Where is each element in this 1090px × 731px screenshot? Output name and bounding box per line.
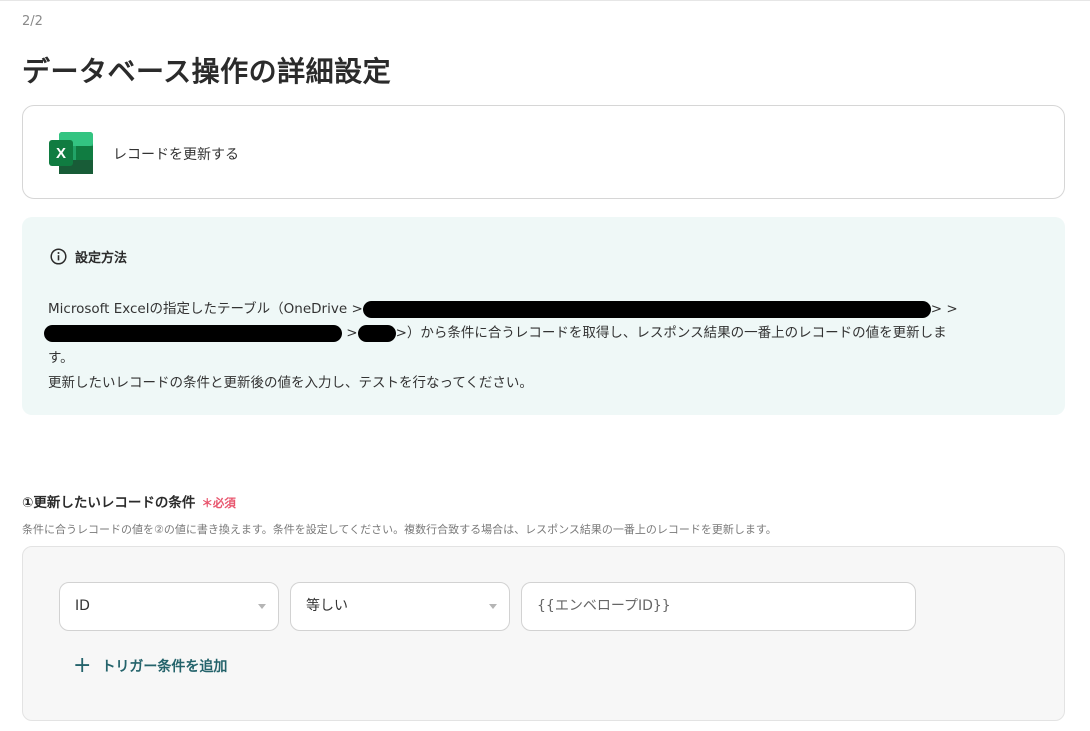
condition-description: 条件に合うレコードの値を②の値に書き換えます。条件を設定してください。複数行合致…	[22, 523, 777, 536]
info-header: 設定方法	[50, 247, 127, 266]
condition-panel: ID 等しい {{エンベロープID}} + トリガー条件を追加	[22, 546, 1065, 721]
redacted-block	[362, 300, 931, 318]
info-text: >	[346, 325, 358, 341]
value-input[interactable]: {{エンベロープID}}	[521, 582, 916, 631]
info-text: >）から条件に合うレコードを取得し、レスポンス結果の一番上のレコードの値を更新し…	[395, 325, 947, 341]
condition-title: ①更新したいレコードの条件	[22, 495, 196, 511]
operator-select[interactable]: 等しい	[290, 582, 510, 631]
info-text: Microsoft Excelの指定したテーブル（OneDrive >	[48, 301, 363, 317]
info-box: 設定方法 Microsoft Excelの指定したテーブル（OneDrive >…	[22, 217, 1065, 415]
action-card[interactable]: X レコードを更新する	[22, 105, 1065, 199]
redacted-block	[357, 324, 396, 342]
value-input-text: {{エンベロープID}}	[537, 598, 671, 614]
top-divider	[0, 0, 1090, 1]
info-text: > >	[930, 301, 958, 317]
redacted-block	[44, 324, 342, 342]
info-line-3: す。	[48, 350, 74, 366]
chevron-down-icon	[258, 604, 266, 609]
excel-icon: X	[49, 132, 93, 174]
info-line-4: 更新したいレコードの条件と更新後の値を入力し、テストを行なってください。	[48, 375, 533, 391]
page-title: データベース操作の詳細設定	[22, 55, 392, 88]
operator-select-value: 等しい	[306, 598, 348, 614]
add-trigger-label: トリガー条件を追加	[101, 659, 228, 675]
condition-label: ①更新したいレコードの条件 ＊必須	[22, 491, 236, 511]
action-label: レコードを更新する	[113, 147, 239, 163]
add-trigger-button[interactable]: + トリガー条件を追加	[73, 653, 228, 678]
field-select-value: ID	[75, 598, 90, 614]
chevron-down-icon	[489, 604, 497, 609]
svg-text:X: X	[56, 145, 66, 162]
field-select[interactable]: ID	[59, 582, 279, 631]
info-line-1: Microsoft Excelの指定したテーブル（OneDrive > > >	[48, 297, 958, 318]
plus-icon: +	[73, 653, 92, 678]
step-indicator: 2/2	[22, 14, 43, 29]
required-badge: ＊必須	[201, 496, 236, 510]
info-circle-icon	[50, 248, 67, 265]
info-line-2: > >）から条件に合うレコードを取得し、レスポンス結果の一番上のレコードの値を更新…	[44, 321, 947, 342]
info-title: 設定方法	[75, 251, 128, 266]
